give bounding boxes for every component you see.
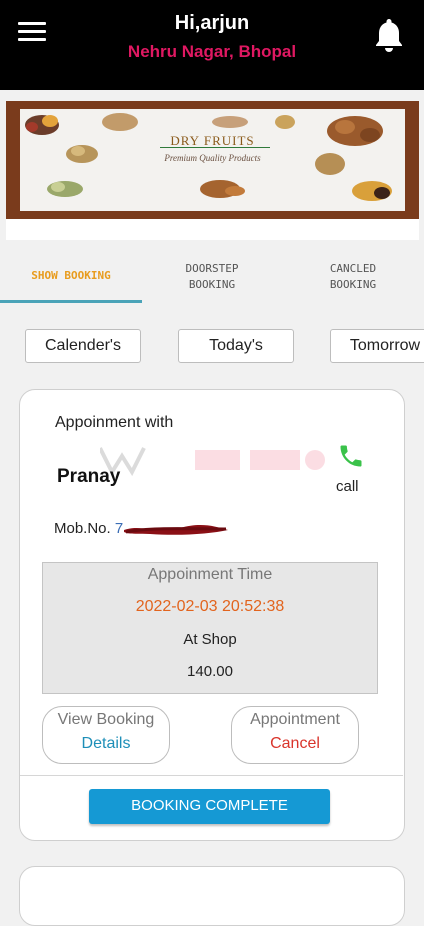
tab-canceled-booking[interactable]: CANCLED BOOKING — [282, 255, 424, 303]
appointment-time-value: 2022-02-03 20:52:38 — [135, 598, 285, 615]
user-location: Nehru Nagar, Bhopal — [127, 42, 297, 61]
redaction-scribble — [124, 524, 228, 535]
app-header: Hi,arjun Nehru Nagar, Bhopal — [0, 0, 424, 90]
banner-title: DRY FRUITS — [170, 133, 255, 148]
promo-banner[interactable]: DRY FRUITS Premium Quality Products — [6, 101, 419, 240]
customer-name: Pranay — [57, 466, 121, 487]
call-label[interactable]: call — [336, 478, 359, 495]
tab-doorstep-booking[interactable]: DOORSTEP BOOKING — [142, 255, 282, 303]
appointment-amount: 140.00 — [187, 663, 233, 680]
booking-tabs: SHOW BOOKING DOORSTEP BOOKING CANCLED BOOK… — [0, 255, 424, 305]
tab-show-booking[interactable]: SHOW BOOKING — [0, 255, 142, 303]
cancel-appointment-button[interactable]: Appointment Cancel — [231, 706, 359, 764]
filter-tomorrow-button[interactable]: Tomorrow — [330, 329, 424, 363]
filter-today-button[interactable]: Today's — [178, 329, 294, 363]
notification-bell-icon[interactable] — [373, 17, 405, 53]
mobile-label: Mob.No. — [54, 520, 111, 537]
booking-card: Appoinment with Pranay call Mob.No. 7 Ap… — [19, 389, 405, 841]
appointment-place: At Shop — [183, 631, 237, 648]
appointment-with-label: Appoinment with — [55, 414, 174, 431]
phone-icon[interactable] — [337, 442, 365, 470]
active-tab-indicator — [0, 300, 142, 303]
watermark-logo — [100, 447, 325, 476]
mobile-number: Mob.No. 7 — [54, 520, 123, 537]
appointment-time-label: Appoinment Time — [147, 566, 273, 583]
user-greeting: Hi,arjun — [174, 12, 250, 34]
filter-calendar-button[interactable]: Calender's — [25, 329, 141, 363]
appointment-details-box: Appoinment Time 2022-02-03 20:52:38 At S… — [42, 562, 378, 694]
next-booking-card — [19, 866, 405, 926]
booking-complete-button[interactable]: BOOKING COMPLETE — [89, 789, 330, 824]
banner-subtitle: Premium Quality Products — [164, 153, 261, 163]
view-booking-details-button[interactable]: View Booking Details — [42, 706, 170, 764]
card-divider — [20, 775, 403, 776]
